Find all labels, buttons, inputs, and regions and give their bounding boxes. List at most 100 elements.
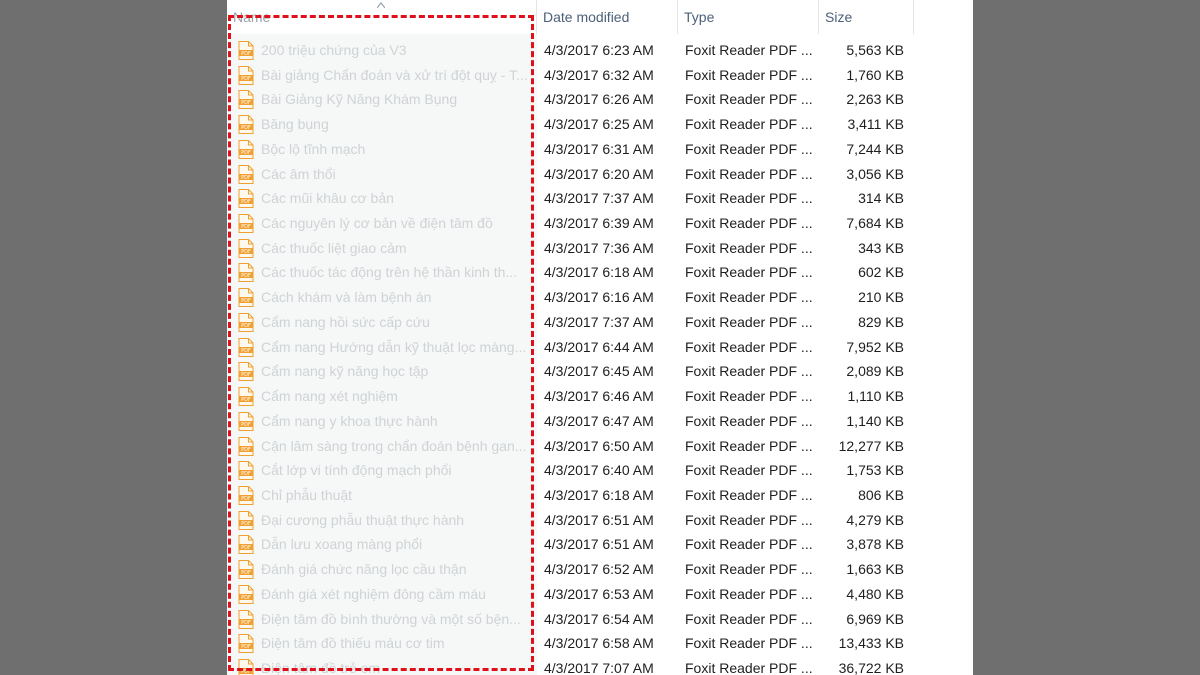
file-size: 602 KB — [858, 264, 904, 281]
file-size: 1,140 KB — [846, 412, 904, 429]
file-name: Cẩm nang hồi sức cấp cứu — [261, 313, 430, 330]
pdf-file-icon: PDF — [238, 164, 254, 184]
file-date-modified: 4/3/2017 6:50 AM — [544, 437, 654, 454]
file-date-modified: 4/3/2017 6:39 AM — [544, 215, 654, 232]
file-date-modified: 4/3/2017 6:52 AM — [544, 561, 654, 578]
file-name: Bài Giảng Kỹ Năng Khám Bụng — [261, 91, 458, 108]
file-row[interactable]: PDF Băng bụng 4/3/2017 6:25 AM Foxit Reader… — [227, 112, 973, 137]
file-row[interactable]: PDF Cắt lớp vi tính động mạch phổi 4/3/201… — [227, 458, 973, 483]
svg-text:PDF: PDF — [241, 447, 251, 453]
file-type: Foxit Reader PDF ... — [685, 42, 813, 58]
file-size: 12,277 KB — [838, 437, 904, 454]
file-type: Foxit Reader PDF ... — [685, 215, 813, 232]
file-name: Đại cương phẫu thuật thực hành — [261, 511, 465, 528]
file-row[interactable]: PDF Các thuốc tác động trên hệ thần kinh … — [227, 260, 973, 285]
column-header-type[interactable]: Type — [678, 0, 819, 34]
file-size: 210 KB — [858, 289, 904, 306]
file-list: PDF 200 triệu chứng của V3 4/3/2017 6:23 A… — [227, 38, 973, 675]
file-name: Chỉ phẫu thuật — [261, 486, 353, 503]
file-row[interactable]: PDF Đánh giá chức năng lọc cầu thận 4/3/20… — [227, 557, 973, 582]
column-header-date-label: Date modified — [543, 9, 630, 25]
file-row[interactable]: PDF Dẫn lưu xoang màng phổi 4/3/2017 6:51 … — [227, 532, 973, 557]
file-row[interactable]: PDF Cẩm nang hồi sức cấp cứu 4/3/2017 7:37… — [227, 310, 973, 335]
svg-text:PDF: PDF — [241, 595, 251, 601]
file-row[interactable]: PDF Cẩm nang xét nghiệm 4/3/2017 6:46 AM Fo… — [227, 384, 973, 409]
file-row[interactable]: PDF Các nguyên lý cơ bản về điện tâm đồ 4/… — [227, 211, 973, 236]
file-type: Foxit Reader PDF ... — [685, 462, 813, 479]
file-type: Foxit Reader PDF ... — [685, 635, 813, 652]
file-size: 829 KB — [858, 313, 904, 330]
file-name: Cách khám và làm bệnh án — [261, 289, 432, 306]
file-row[interactable]: PDF 200 triệu chứng của V3 4/3/2017 6:23 A… — [227, 38, 973, 63]
file-date-modified: 4/3/2017 6:45 AM — [544, 363, 654, 380]
column-header-size[interactable]: Size — [819, 0, 914, 34]
file-row[interactable]: PDF Đánh giá xét nghiệm đông cầm máu 4/3/2… — [227, 582, 973, 607]
svg-text:PDF: PDF — [241, 51, 251, 57]
pdf-file-icon: PDF — [238, 238, 254, 258]
file-size: 4,279 KB — [846, 511, 904, 528]
pdf-file-icon: PDF — [238, 658, 254, 675]
svg-text:PDF: PDF — [241, 620, 251, 626]
file-row[interactable]: PDF Điện tâm đồ trẻ em 4/3/2017 7:07 AM Fox… — [227, 656, 973, 675]
sort-ascending-icon — [377, 2, 385, 8]
file-size: 3,411 KB — [847, 116, 904, 133]
file-date-modified: 4/3/2017 6:31 AM — [544, 140, 654, 157]
file-row[interactable]: PDF Điện tâm đồ thiếu máu cơ tim 4/3/2017 … — [227, 631, 973, 656]
file-date-modified: 4/3/2017 7:36 AM — [544, 239, 654, 256]
file-type: Foxit Reader PDF ... — [685, 140, 813, 157]
file-size: 13,433 KB — [838, 635, 904, 652]
file-row[interactable]: PDF Các âm thổi 4/3/2017 6:20 AM Foxit Read… — [227, 162, 973, 187]
file-row[interactable]: PDF Bài giảng Chẩn đoán và xử trí đột quỵ… — [227, 63, 973, 88]
file-row[interactable]: PDF Cận lâm sàng trong chẩn đoán bệnh gan… — [227, 434, 973, 459]
file-name: Các nguyên lý cơ bản về điện tâm đồ — [261, 215, 493, 232]
file-row[interactable]: PDF Đại cương phẫu thuật thực hành 4/3/201… — [227, 508, 973, 533]
file-date-modified: 4/3/2017 7:37 AM — [544, 190, 654, 207]
file-size: 6,969 KB — [846, 610, 904, 627]
file-date-modified: 4/3/2017 6:47 AM — [544, 412, 654, 429]
file-type: Foxit Reader PDF ... — [685, 313, 813, 330]
file-date-modified: 4/3/2017 6:53 AM — [544, 585, 654, 602]
svg-text:PDF: PDF — [241, 298, 251, 304]
file-type: Foxit Reader PDF ... — [685, 363, 813, 380]
file-name: 200 triệu chứng của V3 — [261, 42, 407, 58]
file-row[interactable]: PDF Cẩm nang y khoa thực hành 4/3/2017 6:4… — [227, 409, 973, 434]
column-header-name-label: Name — [233, 9, 271, 25]
pdf-file-icon: PDF — [238, 263, 254, 283]
svg-text:PDF: PDF — [241, 199, 251, 205]
file-type: Foxit Reader PDF ... — [685, 610, 813, 627]
file-name: Đánh giá chức năng lọc cầu thận — [261, 561, 467, 578]
file-type: Foxit Reader PDF ... — [685, 388, 813, 405]
file-row[interactable]: PDF Các thuốc liệt giao cảm 4/3/2017 7:36 … — [227, 236, 973, 261]
svg-text:PDF: PDF — [241, 496, 251, 502]
svg-text:PDF: PDF — [241, 175, 251, 181]
file-row[interactable]: PDF Điện tâm đồ bình thường và một số bện… — [227, 607, 973, 632]
svg-text:PDF: PDF — [241, 372, 251, 378]
pdf-file-icon: PDF — [238, 115, 254, 135]
file-name: Băng bụng — [261, 116, 329, 133]
file-name: Điện tâm đồ bình thường và một số bện... — [261, 610, 521, 627]
file-type: Foxit Reader PDF ... — [685, 66, 813, 83]
file-size: 2,089 KB — [846, 363, 904, 380]
column-header-name[interactable]: Name — [227, 0, 537, 34]
pdf-file-icon: PDF — [238, 387, 254, 407]
file-date-modified: 4/3/2017 6:58 AM — [544, 635, 654, 652]
file-row[interactable]: PDF Cách khám và làm bệnh án 4/3/2017 6:16… — [227, 285, 973, 310]
file-date-modified: 4/3/2017 6:51 AM — [544, 511, 654, 528]
file-row[interactable]: PDF Bộc lộ tĩnh mạch 4/3/2017 6:31 AM Foxit… — [227, 137, 973, 162]
pdf-file-icon: PDF — [238, 461, 254, 481]
file-row[interactable]: PDF Các mũi khâu cơ bản 4/3/2017 7:37 AM Fo… — [227, 186, 973, 211]
file-row[interactable]: PDF Bài Giảng Kỹ Năng Khám Bụng 4/3/2017 6… — [227, 87, 973, 112]
pdf-file-icon: PDF — [238, 584, 254, 604]
file-date-modified: 4/3/2017 6:44 AM — [544, 338, 654, 355]
pdf-file-icon: PDF — [238, 288, 254, 308]
file-size: 5,563 KB — [846, 42, 904, 58]
svg-text:PDF: PDF — [241, 570, 251, 576]
file-row[interactable]: PDF Chỉ phẫu thuật 4/3/2017 6:18 AM Foxit R… — [227, 483, 973, 508]
column-header-date-modified[interactable]: Date modified — [537, 0, 678, 34]
file-row[interactable]: PDF Cẩm nang kỹ năng học tập 4/3/2017 6:45… — [227, 359, 973, 384]
file-row[interactable]: PDF Cẩm nang Hướng dẫn kỹ thuật lọc màng.… — [227, 335, 973, 360]
pdf-file-icon: PDF — [238, 609, 254, 629]
svg-text:PDF: PDF — [241, 545, 251, 551]
pdf-file-icon: PDF — [238, 139, 254, 159]
pdf-file-icon: PDF — [238, 485, 254, 505]
